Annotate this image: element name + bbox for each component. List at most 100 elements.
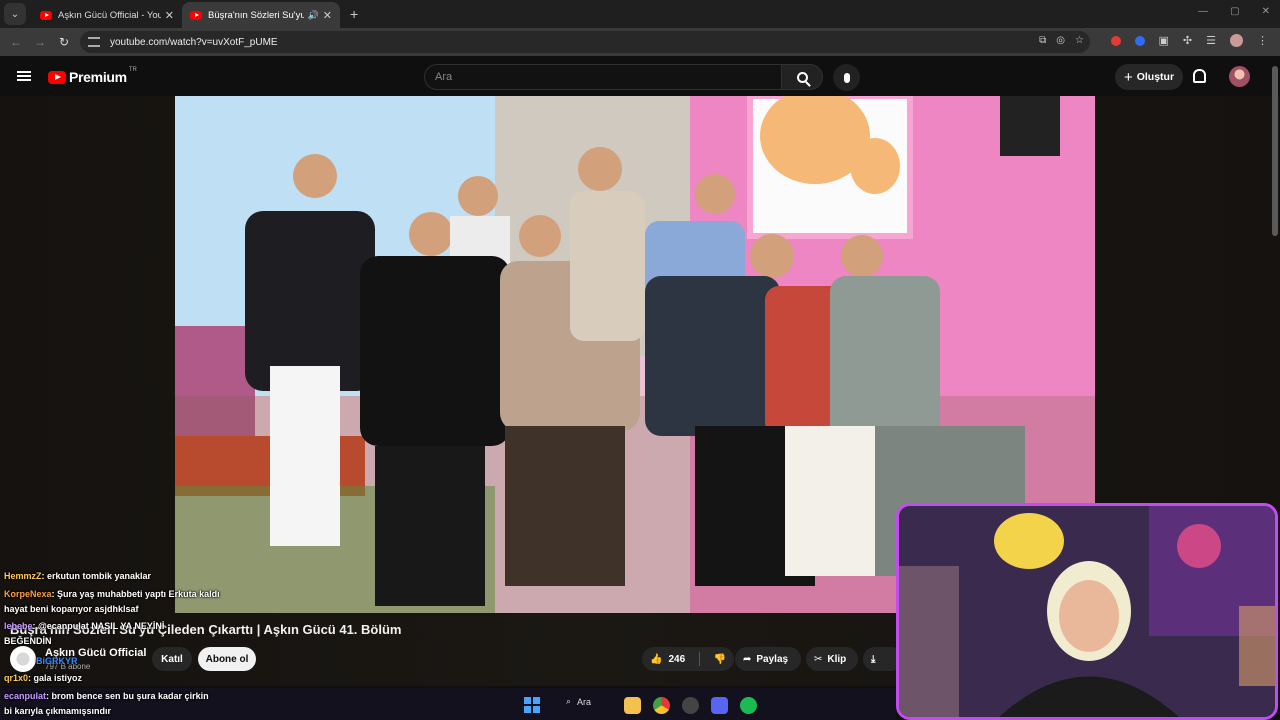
- chat-username: ecanpulat: [4, 691, 47, 701]
- chat-text: : brom bence sen bu şura kadar çirkin: [46, 691, 209, 701]
- cast-icon[interactable]: ⧉: [1039, 35, 1046, 46]
- join-button[interactable]: Katıl: [152, 647, 192, 671]
- tab-search-icon[interactable]: ⌄: [4, 3, 26, 25]
- reading-list-icon[interactable]: ☰: [1206, 34, 1216, 47]
- maximize-icon[interactable]: ▢: [1230, 6, 1239, 17]
- extension-shield-icon[interactable]: ▣: [1159, 34, 1169, 47]
- microphone-icon: [843, 72, 850, 83]
- create-button[interactable]: + Oluştur: [1115, 64, 1183, 90]
- chat-username: lebebe: [4, 621, 33, 631]
- discord-icon[interactable]: [711, 697, 728, 714]
- forward-icon[interactable]: →: [28, 35, 52, 49]
- create-label: Oluştur: [1136, 71, 1175, 83]
- search-button[interactable]: [781, 64, 823, 90]
- search-icon: ⌕: [566, 696, 572, 706]
- profile-avatar-icon[interactable]: [1230, 34, 1243, 47]
- share-arrow-icon: ➦: [743, 653, 752, 665]
- taskbar-search-label: Ara: [577, 696, 592, 707]
- chat-message: BEĞENDİN: [4, 636, 52, 646]
- audio-playing-icon[interactable]: 🔊: [308, 10, 319, 21]
- screen: ⌄ Aşkın Gücü Official - YouTube ✕ Büşra'…: [0, 0, 1280, 720]
- like-dislike-group: 👍 246 👎: [642, 647, 734, 671]
- url-text: youtube.com/watch?v=uvXotF_pUME: [110, 36, 278, 48]
- chat-message: lebebe: @ecanpulat NASIL YA NEYİNİ: [4, 621, 164, 631]
- new-tab-icon[interactable]: +: [350, 6, 358, 22]
- spotify-icon[interactable]: [740, 697, 757, 714]
- chat-username: BiGRKYR: [36, 656, 78, 666]
- chat-username: HemmzZ: [4, 571, 42, 581]
- close-window-icon[interactable]: ✕: [1262, 6, 1270, 17]
- chat-message: BiGRKYR: [36, 656, 78, 666]
- chat-message: bi karıyla çıkmamışsındır: [4, 706, 111, 716]
- close-tab-icon[interactable]: ✕: [323, 9, 332, 22]
- extension-red-icon[interactable]: [1110, 35, 1121, 46]
- dislike-icon[interactable]: 👎: [714, 654, 726, 665]
- window-controls: — ▢ ✕: [1198, 6, 1270, 17]
- chat-text: : erkutun tombik yanaklar: [41, 571, 152, 581]
- search-icon: [796, 71, 808, 83]
- chat-message: ecanpulat: brom bence sen bu şura kadar …: [4, 691, 209, 701]
- extensions-area: ▣ ✣ ☰ ⋮: [1110, 34, 1268, 47]
- plus-icon: +: [1123, 68, 1133, 86]
- tab-title: Aşkın Gücü Official - YouTube: [58, 9, 161, 21]
- chat-text: : Şura yaş muhabbeti yaptı Erkuta kaldı: [51, 589, 220, 599]
- chat-text: bi karıyla çıkmamışsındır: [4, 706, 112, 716]
- file-explorer-icon[interactable]: [624, 697, 641, 714]
- omnibox-actions: ⧉ ◎ ☆: [1039, 35, 1084, 46]
- close-tab-icon[interactable]: ✕: [165, 9, 174, 22]
- chat-text: : @ecanpulat NASIL YA NEYİNİ: [32, 621, 165, 631]
- browser-toolbar: ← → ↻ youtube.com/watch?v=uvXotF_pUME ⧉ …: [0, 28, 1280, 56]
- youtube-header: Premium TR Ara + Oluştur: [0, 58, 1280, 96]
- account-avatar[interactable]: [1229, 66, 1250, 87]
- extensions-puzzle-icon[interactable]: ✣: [1183, 34, 1192, 47]
- webcam-illustration: [899, 506, 1275, 717]
- youtube-play-icon: [48, 70, 66, 84]
- chat-message: KorpeNexa: Şura yaş muhabbeti yaptı Erku…: [4, 589, 220, 599]
- page-scrollbar[interactable]: [1272, 66, 1278, 236]
- voice-search-button[interactable]: [833, 64, 860, 91]
- chat-message: HemmzZ: erkutun tombik yanaklar: [4, 571, 151, 581]
- extension-blue-icon[interactable]: [1134, 35, 1145, 46]
- subscribe-button[interactable]: Abone ol: [198, 647, 256, 671]
- youtube-favicon-icon: [190, 10, 202, 20]
- scissors-icon: ✂: [814, 653, 823, 665]
- search-input[interactable]: Ara: [424, 64, 782, 90]
- chat-username: KorpeNexa: [4, 589, 52, 599]
- like-icon[interactable]: 👍: [650, 654, 662, 665]
- share-button[interactable]: ➦ Paylaş: [735, 647, 801, 671]
- browser-tab-2[interactable]: Büşra'nın Sözleri Su'yu Çileden 🔊 ✕: [182, 2, 340, 28]
- chat-message: hayat beni koparıyor asjdhklsaf: [4, 604, 139, 614]
- taskbar-search[interactable]: ⌕ Ara: [566, 696, 591, 707]
- tab-title: Büşra'nın Sözleri Su'yu Çileden: [208, 9, 304, 21]
- tracking-eye-icon[interactable]: ◎: [1056, 35, 1065, 46]
- windows-start-icon[interactable]: [524, 697, 540, 713]
- bookmark-star-icon[interactable]: ☆: [1075, 35, 1084, 46]
- github-icon[interactable]: [682, 697, 699, 714]
- chrome-menu-icon[interactable]: ⋮: [1257, 34, 1268, 47]
- address-bar[interactable]: youtube.com/watch?v=uvXotF_pUME ⧉ ◎ ☆: [80, 31, 1090, 53]
- logo-text: Premium: [69, 69, 127, 85]
- browser-tab-strip: ⌄ Aşkın Gücü Official - YouTube ✕ Büşra'…: [0, 0, 1280, 28]
- notifications-bell-icon[interactable]: [1193, 69, 1206, 83]
- chat-text: : gala istiyoz: [28, 673, 83, 683]
- youtube-favicon-icon: [40, 10, 52, 20]
- chat-message: qr1x0: gala istiyoz: [4, 673, 82, 683]
- streamer-webcam: [896, 503, 1278, 720]
- menu-icon[interactable]: [17, 71, 31, 81]
- back-icon[interactable]: ←: [4, 35, 28, 49]
- share-label: Paylaş: [756, 653, 789, 665]
- browser-tab-1[interactable]: Aşkın Gücü Official - YouTube ✕: [32, 2, 182, 28]
- minimize-icon[interactable]: —: [1198, 6, 1208, 17]
- chat-text: hayat beni koparıyor asjdhklsaf: [4, 604, 139, 614]
- clip-label: Klip: [827, 653, 847, 665]
- like-count[interactable]: 246: [668, 654, 685, 665]
- download-icon: ⤓: [871, 653, 876, 665]
- clip-button[interactable]: ✂ Klip: [806, 647, 858, 671]
- youtube-logo[interactable]: Premium TR: [48, 67, 137, 85]
- channel-avatar[interactable]: [10, 646, 36, 672]
- chrome-icon[interactable]: [653, 697, 670, 714]
- chat-username: qr1x0: [4, 673, 29, 683]
- reload-icon[interactable]: ↻: [52, 35, 76, 49]
- logo-region: TR: [128, 67, 137, 73]
- site-info-icon[interactable]: [88, 37, 100, 47]
